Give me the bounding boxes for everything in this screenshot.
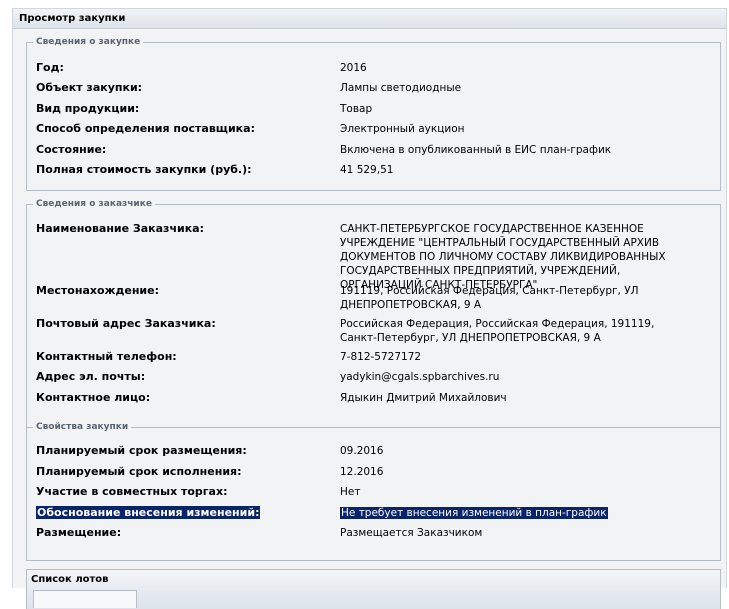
selected-text: Не требует внесения изменений в план-гра… — [340, 507, 608, 519]
field-value: 2016 — [340, 62, 367, 74]
field-label: Планируемый срок исполнения: — [36, 465, 242, 478]
field-label: Местонахождение: — [36, 284, 159, 297]
field-label: Объект закупки: — [36, 81, 143, 94]
field-value: 12.2016 — [340, 466, 384, 478]
field-value: 191119, Российская Федерация, Санкт-Пете… — [340, 285, 639, 311]
field-value: Лампы светодиодные — [340, 82, 462, 94]
field-value: yadykin@cgals.spbarchives.ru — [340, 371, 500, 383]
field-label: Контактное лицо: — [36, 391, 151, 404]
field-label: Почтовый адрес Заказчика: — [36, 317, 216, 330]
field-label: Состояние: — [36, 143, 107, 156]
field-value: Российская Федерация, Российская Федерац… — [340, 318, 655, 344]
field-label: Наименование Заказчика: — [36, 222, 204, 235]
field-value: САНКТ-ПЕТЕРБУРГСКОЕ ГОСУДАРСТВЕННОЕ КАЗЕ… — [340, 223, 666, 291]
field-value: Ядыкин Дмитрий Михайлович — [340, 392, 507, 404]
window-title: Просмотр закупки — [13, 9, 726, 29]
field-label: Участие в совместных торгах: — [36, 485, 228, 498]
content-area: Сведения о закупке Год: 2016 Объект заку… — [13, 29, 726, 609]
field-label: Адрес эл. почты: — [36, 370, 146, 383]
purchase-info-legend: Сведения о закупке — [33, 36, 144, 48]
purchase-properties-legend: Свойства закупки — [33, 421, 132, 433]
field-label: Год: — [36, 61, 64, 74]
selected-text: Обоснование внесения изменений: — [36, 506, 261, 519]
field-label: Обоснование внесения изменений: — [36, 506, 336, 519]
purchase-info-group: Сведения о закупке Год: 2016 Объект заку… — [26, 36, 721, 191]
lots-list-tab[interactable] — [33, 590, 137, 608]
field-value: 09.2016 — [340, 445, 384, 457]
customer-info-legend: Сведения о заказчике — [33, 198, 155, 210]
purchase-view-window: Просмотр закупки Сведения о закупке Год:… — [12, 8, 727, 609]
field-value: Нет — [340, 486, 361, 498]
lots-list-panel: Список лотов — [26, 569, 721, 609]
field-label: Контактный телефон: — [36, 350, 177, 363]
purchase-properties-group: Свойства закупки Планируемый срок размещ… — [26, 421, 721, 561]
field-value: 41 529,51 — [340, 164, 394, 176]
field-value: 7-812-5727172 — [340, 351, 422, 363]
field-value: Электронный аукцион — [340, 123, 465, 135]
field-label: Вид продукции: — [36, 102, 140, 115]
field-value: Размещается Заказчиком — [340, 527, 483, 539]
field-label: Планируемый срок размещения: — [36, 444, 247, 457]
field-value: Включена в опубликованный в ЕИС план-гра… — [340, 144, 612, 156]
field-label: Полная стоимость закупки (руб.): — [36, 163, 252, 176]
field-value: Товар — [340, 103, 373, 115]
customer-info-group: Сведения о заказчике Наименование Заказч… — [26, 198, 721, 438]
lots-list-title: Список лотов — [31, 574, 109, 585]
field-label: Способ определения поставщика: — [36, 122, 255, 135]
field-label: Размещение: — [36, 526, 122, 539]
field-value: Не требует внесения изменений в план-гра… — [340, 506, 680, 520]
